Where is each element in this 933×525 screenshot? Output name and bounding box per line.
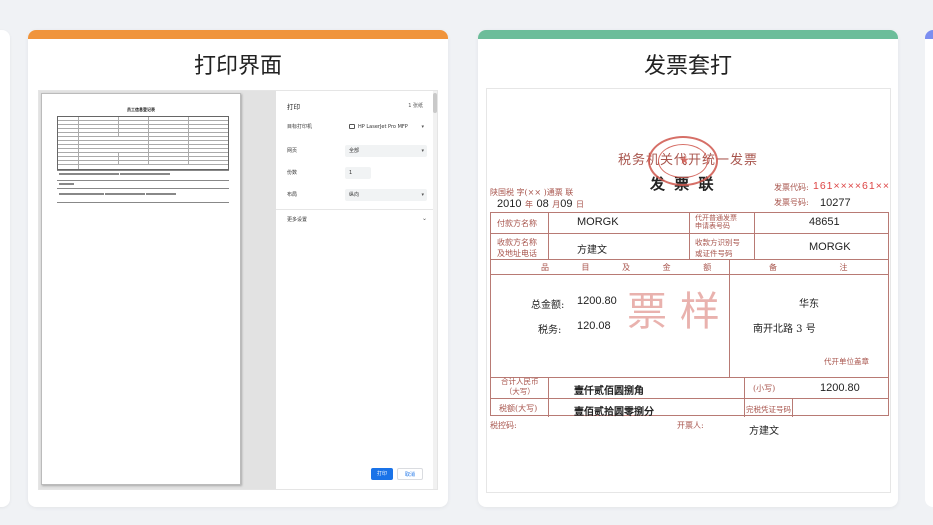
chevron-down-icon: ▾ bbox=[421, 124, 424, 130]
layout-row: 布局 纵向 ▾ bbox=[287, 189, 427, 201]
more-settings-toggle[interactable]: 更多设置 ⌄ bbox=[287, 215, 427, 223]
sum-small: 1200.80 bbox=[820, 382, 860, 394]
issuer-label: 开票人: bbox=[677, 421, 704, 430]
sample-watermark: 票 样 bbox=[627, 289, 720, 335]
sum-small-label: (小写) bbox=[753, 384, 776, 393]
payee-label: 收款方名称 及地址电话 bbox=[497, 238, 537, 258]
copies-row: 份数 1 bbox=[287, 167, 427, 179]
tax-chinese-label: 税额(大写) bbox=[499, 404, 538, 413]
layout-label: 布局 bbox=[287, 192, 298, 198]
preview-form-table bbox=[57, 116, 229, 170]
invoice-date: 2010 年 08 月09 日 bbox=[497, 198, 584, 210]
settings-scrollbar[interactable] bbox=[433, 91, 437, 489]
invoice-number-label: 发票号码: bbox=[774, 198, 809, 207]
printer-icon bbox=[349, 124, 355, 129]
pages-label: 网页 bbox=[287, 148, 298, 154]
preview-page: 员工信息登记表 bbox=[41, 93, 241, 485]
control-code-label: 税控码: bbox=[490, 421, 517, 430]
copies-label: 份数 bbox=[287, 170, 298, 176]
sum-chinese: 壹仟贰佰圆捌角 bbox=[574, 386, 644, 397]
partial-card-left bbox=[0, 30, 10, 507]
preview-doc-title: 员工信息登记表 bbox=[127, 107, 155, 112]
chevron-down-icon: ▾ bbox=[421, 148, 424, 154]
partial-card-right bbox=[925, 30, 933, 507]
chevron-down-icon: ⌄ bbox=[421, 215, 427, 222]
remark-region: 华东 bbox=[799, 299, 819, 310]
payee-name: 方建文 bbox=[577, 245, 607, 256]
page-count: 1 张纸 bbox=[408, 103, 423, 109]
application-no-label: 代开普通发票 申请表号码 bbox=[695, 214, 737, 230]
payee-id: MORGK bbox=[809, 241, 851, 253]
print-settings-pane: 打印 1 张纸 目标打印机 HP LaserJet Pro MFP ▾ 网页 全部… bbox=[276, 91, 437, 489]
agent-seal-label: 代开单位盖章 bbox=[824, 357, 869, 366]
print-dialog-header: 打印 bbox=[287, 103, 300, 111]
application-no: 48651 bbox=[809, 216, 840, 228]
pages-select[interactable]: 全部 ▾ bbox=[345, 145, 427, 157]
print-ui-card[interactable]: 打印界面 员工信息登记表 打印 1 张纸 目标打印机 HP LaserJet P… bbox=[28, 30, 448, 507]
invoice-number: 10277 bbox=[820, 197, 851, 209]
card-title: 发票套打 bbox=[643, 54, 732, 79]
total-amount: 1200.80 bbox=[577, 295, 617, 307]
payer-name: MORGK bbox=[577, 216, 619, 228]
invoice-card[interactable]: 发票套打 税务机关代开统一发票 发 票 联 ★ 陕国税 字(×× )通票 联 2… bbox=[478, 30, 898, 507]
copies-input[interactable]: 1 bbox=[345, 167, 371, 179]
print-preview-pane: 员工信息登记表 bbox=[39, 91, 276, 489]
card-accent-bar bbox=[28, 30, 448, 39]
tax-voucher-label: 完税凭证号码 bbox=[746, 405, 791, 414]
remark-address: 南开北路 3 号 bbox=[753, 324, 816, 335]
remark-header: 备 注 bbox=[769, 263, 848, 272]
sum-chinese-label: 合计人民币 （大写） bbox=[501, 377, 539, 396]
invoice-code-label: 发票代码: bbox=[774, 183, 809, 192]
print-button[interactable]: 打印 bbox=[371, 468, 393, 480]
layout-select[interactable]: 纵向 ▾ bbox=[345, 189, 427, 201]
tax-amount: 120.08 bbox=[577, 320, 611, 332]
total-amount-label: 总金额: bbox=[531, 300, 565, 311]
destination-row: 目标打印机 HP LaserJet Pro MFP ▾ bbox=[287, 121, 427, 133]
tax-office-stamp: ★ bbox=[648, 136, 718, 186]
invoice-code: 161××××61××× bbox=[813, 180, 891, 192]
tax-label: 税务: bbox=[538, 325, 562, 336]
card-title: 打印界面 bbox=[193, 54, 282, 79]
payee-id-label: 收款方识别号 或证件号码 bbox=[695, 238, 740, 258]
invoice-preview: 税务机关代开统一发票 发 票 联 ★ 陕国税 字(×× )通票 联 2010 年… bbox=[486, 88, 891, 493]
chevron-down-icon: ▾ bbox=[421, 192, 424, 198]
printer-select[interactable]: HP LaserJet Pro MFP ▾ bbox=[345, 121, 427, 133]
tax-chinese: 壹佰贰拾圆零捌分 bbox=[574, 407, 654, 418]
payer-name-label: 付款方名称 bbox=[497, 219, 537, 228]
cancel-button[interactable]: 取消 bbox=[397, 468, 423, 480]
card-accent-bar bbox=[478, 30, 898, 39]
pages-row: 网页 全部 ▾ bbox=[287, 145, 427, 157]
destination-label: 目标打印机 bbox=[287, 124, 313, 130]
print-dialog-preview: 员工信息登记表 打印 1 张纸 目标打印机 HP LaserJet Pro MF… bbox=[38, 90, 438, 490]
issuer-name: 方建文 bbox=[749, 426, 779, 437]
item-header: 品 目 及 金 额 bbox=[541, 263, 712, 272]
